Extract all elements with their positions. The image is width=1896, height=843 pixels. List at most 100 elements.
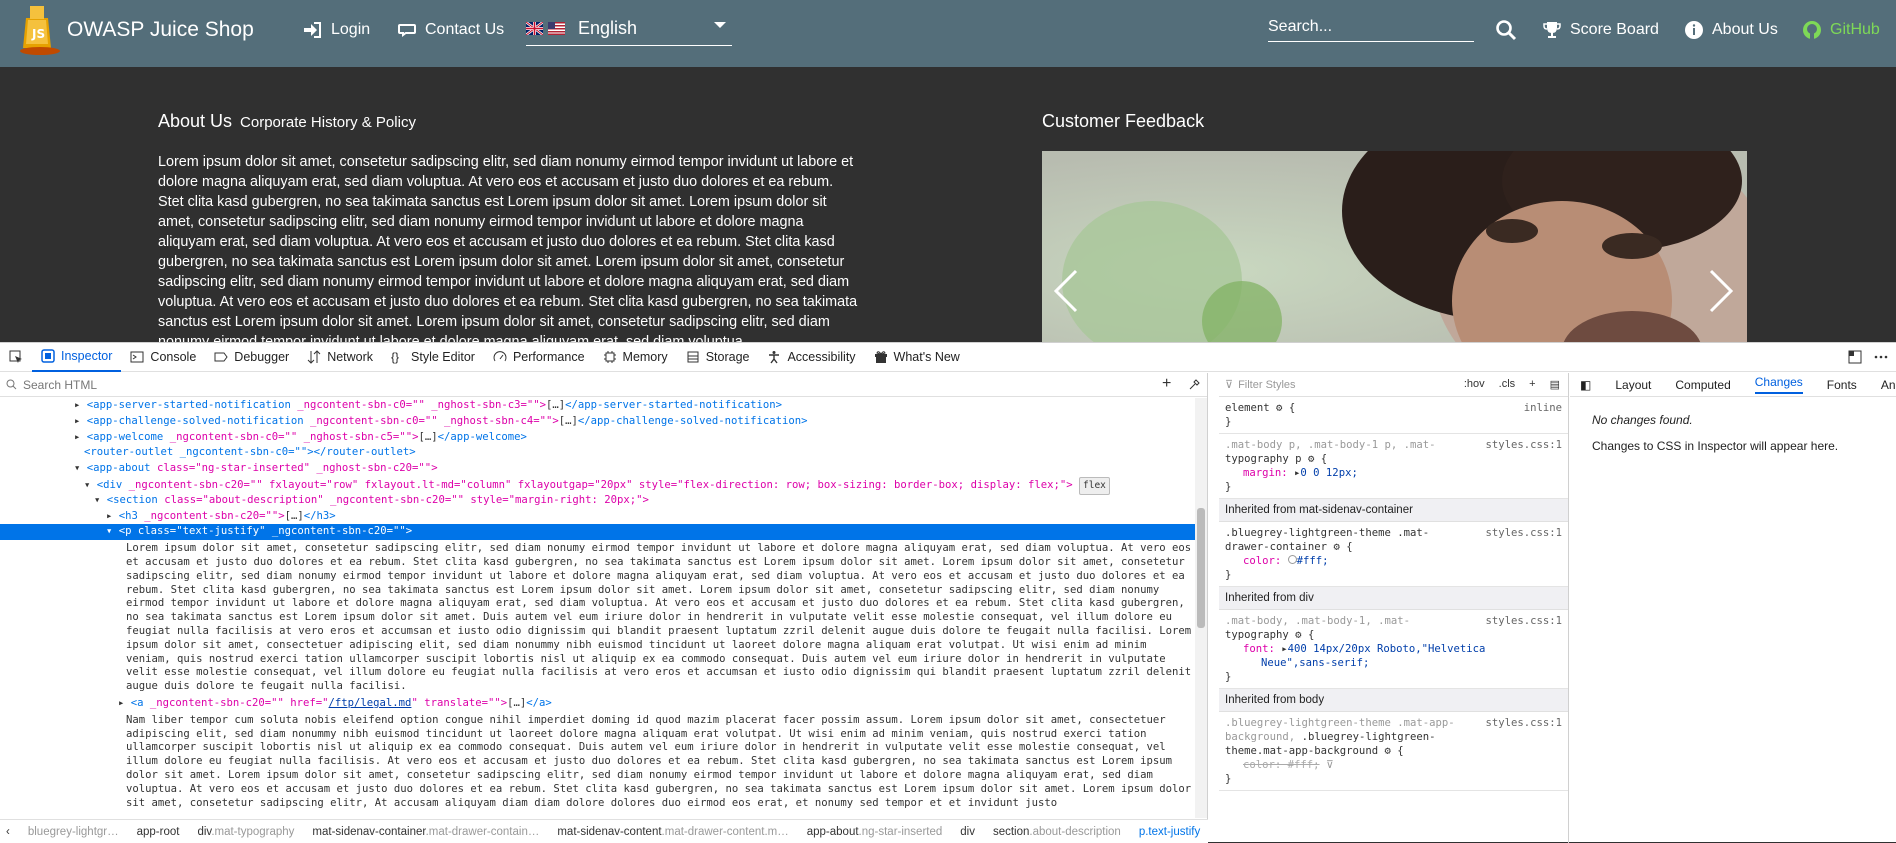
css-value[interactable]: 400 14px/20px Roboto,"Helvetica [1288,643,1486,655]
tree-row[interactable]: ▾ <div _ngcontent-sbn-c20="" fxlayout="r… [0,476,1206,495]
gear-icon[interactable]: ⚙ [1333,541,1339,553]
language-select[interactable]: English [526,12,732,46]
breadcrumb-item[interactable]: div [960,826,975,838]
tab-computed[interactable]: Computed [1675,378,1730,392]
tab-network[interactable]: Network [298,343,382,372]
tree-row[interactable]: ▸ <app-welcome _ngcontent-sbn-c0="" _ngh… [0,430,1206,446]
rule-background[interactable]: .bluegrey-lightgreen-theme .mat-app- bac… [1219,712,1568,791]
breadcrumb-back-icon[interactable]: ‹ [6,826,10,838]
gear-icon[interactable]: ⚙ [1308,453,1314,465]
tab-storage[interactable]: Storage [677,343,759,372]
breadcrumb-item[interactable]: mat-sidenav-content.mat-drawer-content.m… [557,826,788,838]
login-button[interactable]: Login [303,20,370,40]
rule-color[interactable]: .bluegrey-lightgreen-theme .mat- drawer-… [1219,522,1568,587]
filter-icon[interactable]: ⊽ [1326,759,1334,771]
breadcrumb-item[interactable]: bluegrey-lightgr… [28,826,119,838]
rule-element[interactable]: element ⚙ { inline} [1219,397,1568,434]
tab-fonts[interactable]: Fonts [1827,378,1857,392]
add-node-icon[interactable]: + [1162,375,1171,393]
tab-layout[interactable]: Layout [1615,378,1651,392]
tab-debugger[interactable]: Debugger [205,343,298,372]
tree-row[interactable]: ▸ <app-server-started-notification _ngco… [0,398,1206,414]
breadcrumb-item[interactable]: app-root [137,826,180,838]
search-input[interactable]: Search... [1268,14,1474,42]
ellipsis-badge[interactable]: […] [285,510,304,522]
breadcrumb-item[interactable]: mat-sidenav-container.mat-drawer-contain… [312,826,539,838]
about-us-button[interactable]: About Us [1684,20,1778,40]
scrollbar-thumb[interactable] [1197,508,1205,628]
css-value[interactable]: #fff; [1297,555,1329,567]
ellipsis-badge[interactable]: […] [418,431,437,443]
tree-row[interactable]: ▸ <app-challenge-solved-notification _ng… [0,414,1206,430]
toggle-sidebar-icon[interactable]: ◧ [1580,378,1591,392]
css-property[interactable]: font: [1225,643,1275,655]
rule-font[interactable]: .mat-body, .mat-body-1, .mat- typography… [1219,610,1568,689]
tab-label: What's New [893,350,960,364]
tab-accessibility[interactable]: Accessibility [758,343,864,372]
tree-row-selected[interactable]: ▾ <p class="text-justify" _ngcontent-sbn… [0,524,1206,541]
gear-icon[interactable]: ⚙ [1295,629,1301,641]
tree-text-node[interactable]: Lorem ipsum dolor sit amet, consetetur s… [0,542,1206,694]
rule-source-link[interactable]: styles.css:1 [1485,614,1562,628]
tab-animations[interactable]: Anim [1881,378,1896,392]
color-swatch[interactable] [1287,555,1297,564]
css-property[interactable]: margin: [1225,467,1288,479]
dock-icon[interactable] [1848,350,1862,364]
tree-text-node[interactable]: Nam liber tempor cum soluta nobis eleife… [0,714,1206,811]
tree-row[interactable]: ▸ <h3 _ngcontent-sbn-c20="">[…]</h3> [0,509,1206,525]
feedback-carousel[interactable] [1042,151,1747,342]
tree-row[interactable]: ▾ <app-about class="ng-star-inserted" _n… [0,461,1206,477]
github-button[interactable]: GitHub [1802,20,1880,40]
print-media-icon[interactable]: ▤ [1550,378,1560,391]
ellipsis-badge[interactable]: […] [546,399,565,411]
tree-row[interactable]: <router-outlet _ngcontent-sbn-c0=""></ro… [0,445,1206,461]
tab-console[interactable]: Console [121,343,205,372]
css-value[interactable]: Neue",sans-serif; [1225,657,1369,669]
href-link[interactable]: /ftp/legal.md [329,697,412,709]
breadcrumb-item[interactable]: app-about.ng-star-inserted [807,826,943,838]
rule-source-link[interactable]: styles.css:1 [1485,438,1562,452]
login-label: Login [331,21,371,38]
search-icon[interactable] [1495,19,1517,41]
html-search-bar[interactable]: Search HTML + [0,373,1207,397]
carousel-prev-button[interactable] [1052,269,1080,313]
app-brand[interactable]: OWASP Juice Shop [67,18,254,42]
ellipsis-badge[interactable]: […] [507,697,526,709]
html-search-input[interactable]: Search HTML [23,378,97,392]
rule-source-link[interactable]: styles.css:1 [1485,526,1562,540]
filter-styles-input[interactable]: Filter Styles [1238,379,1295,391]
ellipsis-badge[interactable]: […] [559,415,578,427]
filter-styles-bar[interactable]: ⊽ Filter Styles :hov .cls + ▤ [1219,373,1568,397]
hover-toggle[interactable]: :hov [1464,378,1485,391]
contact-us-button[interactable]: Contact Us [397,20,504,40]
tree-row[interactable]: ▾ <section class="about-description" _ng… [0,493,1206,509]
carousel-next-button[interactable] [1707,269,1735,313]
element-picker-button[interactable] [0,343,32,372]
gear-icon[interactable]: ⚙ [1384,745,1390,757]
juice-shop-logo[interactable]: JS [18,4,64,56]
tab-changes[interactable]: Changes [1754,375,1803,394]
tab-whats-new[interactable]: What's New [865,343,969,372]
css-value[interactable]: 0 0 12px; [1300,467,1357,479]
tab-style-editor[interactable]: {} Style Editor [382,343,484,372]
gear-icon[interactable]: ⚙ [1276,402,1282,414]
css-property-overridden[interactable]: color: #fff; [1225,759,1320,771]
css-property[interactable]: color: [1225,555,1281,567]
breadcrumb-item-current[interactable]: p.text-justify [1139,826,1200,838]
tree-row[interactable]: ▸ <a _ngcontent-sbn-c20="" href="/ftp/le… [0,696,1206,712]
eyedropper-icon[interactable] [1188,379,1200,391]
tab-memory[interactable]: Memory [594,343,677,372]
rule-margin[interactable]: .mat-body p, .mat-body-1 p, .mat- typogr… [1219,434,1568,499]
score-board-button[interactable]: Score Board [1542,20,1659,40]
tab-performance[interactable]: Performance [484,343,594,372]
breadcrumb-item[interactable]: section.about-description [993,826,1121,838]
more-options-icon[interactable] [1874,350,1888,364]
add-rule-icon[interactable]: + [1529,378,1535,391]
tab-inspector[interactable]: Inspector [32,343,122,372]
rule-source-link[interactable]: styles.css:1 [1485,716,1562,730]
class-toggle[interactable]: .cls [1499,378,1516,391]
tree-scrollbar[interactable] [1195,398,1207,818]
devtools-tabbar: Inspector Console Debugger Network {} St… [0,343,1896,372]
tree-attrs: class="ng-star-inserted" _nghost-sbn-c20… [156,462,438,475]
breadcrumb-item[interactable]: div.mat-typography [197,826,294,838]
